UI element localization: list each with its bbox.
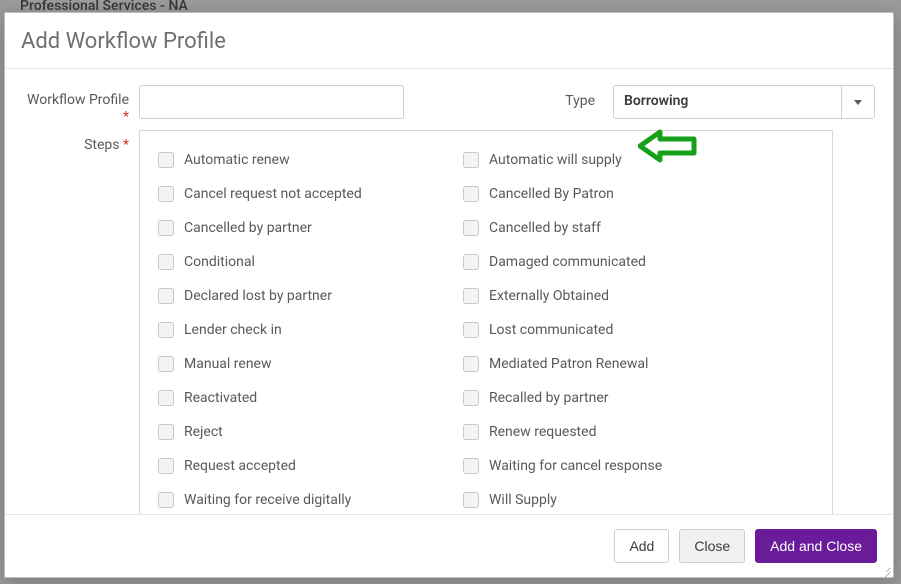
step-label: Conditional	[184, 254, 255, 270]
checkbox-icon[interactable]	[463, 254, 479, 270]
type-select[interactable]: Borrowing	[613, 85, 875, 119]
checkbox-icon[interactable]	[463, 356, 479, 372]
step-label: Recalled by partner	[489, 390, 609, 406]
step-checkbox-item[interactable]: Cancel request not accepted	[158, 177, 463, 211]
step-label: Declared lost by partner	[184, 288, 332, 304]
checkbox-icon[interactable]	[463, 186, 479, 202]
dialog-header: Add Workflow Profile	[5, 13, 893, 69]
resize-grip-icon[interactable]	[879, 563, 891, 575]
step-label: Reject	[184, 424, 223, 440]
checkbox-icon[interactable]	[463, 288, 479, 304]
required-mark: *	[123, 137, 129, 153]
dialog-footer: Add Close Add and Close	[5, 514, 893, 577]
checkbox-icon[interactable]	[158, 220, 174, 236]
step-label: Cancelled by staff	[489, 220, 601, 236]
step-checkbox-item[interactable]: Manual renew	[158, 347, 463, 381]
step-label: Damaged communicated	[489, 254, 646, 270]
type-label: Type	[565, 85, 613, 109]
step-checkbox-item[interactable]: Cancelled By Patron	[463, 177, 814, 211]
step-label: Cancelled By Patron	[489, 186, 614, 202]
checkbox-icon[interactable]	[463, 220, 479, 236]
step-checkbox-item[interactable]: Waiting for receive digitally	[158, 483, 463, 514]
step-checkbox-item[interactable]: Recalled by partner	[463, 381, 814, 415]
step-label: Mediated Patron Renewal	[489, 356, 648, 372]
step-checkbox-item[interactable]: Cancelled by partner	[158, 211, 463, 245]
step-label: Cancel request not accepted	[184, 186, 362, 202]
steps-label: Steps *	[23, 130, 139, 154]
step-label: Will Supply	[489, 492, 557, 508]
checkbox-icon[interactable]	[158, 288, 174, 304]
step-checkbox-item[interactable]: Lost communicated	[463, 313, 814, 347]
required-mark: *	[123, 109, 129, 125]
chevron-down-icon	[854, 100, 862, 105]
checkbox-icon[interactable]	[463, 390, 479, 406]
step-label: Externally Obtained	[489, 288, 609, 304]
step-label: Request accepted	[184, 458, 296, 474]
checkbox-icon[interactable]	[463, 492, 479, 508]
checkbox-icon[interactable]	[158, 322, 174, 338]
dialog-title: Add Workflow Profile	[21, 29, 877, 54]
checkbox-icon[interactable]	[463, 458, 479, 474]
add-and-close-button[interactable]: Add and Close	[755, 529, 877, 563]
step-checkbox-item[interactable]: Cancelled by staff	[463, 211, 814, 245]
step-label: Waiting for cancel response	[489, 458, 662, 474]
step-checkbox-item[interactable]: Will Supply	[463, 483, 814, 514]
step-checkbox-item[interactable]: Automatic will supply	[463, 143, 814, 177]
step-checkbox-item[interactable]: Mediated Patron Renewal	[463, 347, 814, 381]
step-checkbox-item[interactable]: Automatic renew	[158, 143, 463, 177]
step-checkbox-item[interactable]: Reactivated	[158, 381, 463, 415]
step-label: Lender check in	[184, 322, 282, 338]
step-checkbox-item[interactable]: Externally Obtained	[463, 279, 814, 313]
step-label: Waiting for receive digitally	[184, 492, 351, 508]
checkbox-icon[interactable]	[158, 152, 174, 168]
checkbox-icon[interactable]	[158, 356, 174, 372]
steps-container: Automatic renew Automatic will supply Canc…	[139, 130, 833, 514]
close-button[interactable]: Close	[679, 529, 745, 563]
checkbox-icon[interactable]	[158, 424, 174, 440]
checkbox-icon[interactable]	[463, 322, 479, 338]
workflow-profile-label: Workflow Profile *	[23, 85, 139, 126]
step-checkbox-item[interactable]: Request accepted	[158, 449, 463, 483]
step-checkbox-item[interactable]: Damaged communicated	[463, 245, 814, 279]
step-checkbox-item[interactable]: Conditional	[158, 245, 463, 279]
step-label: Renew requested	[489, 424, 596, 440]
checkbox-icon[interactable]	[463, 152, 479, 168]
workflow-profile-input[interactable]	[139, 85, 404, 119]
step-checkbox-item[interactable]: Reject	[158, 415, 463, 449]
step-checkbox-item[interactable]: Declared lost by partner	[158, 279, 463, 313]
checkbox-icon[interactable]	[158, 390, 174, 406]
checkbox-icon[interactable]	[158, 458, 174, 474]
step-label: Cancelled by partner	[184, 220, 312, 236]
dialog-body: Workflow Profile * Type Borrowing	[5, 69, 893, 514]
step-label: Reactivated	[184, 390, 257, 406]
step-checkbox-item[interactable]: Waiting for cancel response	[463, 449, 814, 483]
type-select-value[interactable]: Borrowing	[613, 85, 841, 119]
step-label: Automatic renew	[184, 152, 290, 168]
step-checkbox-item[interactable]: Renew requested	[463, 415, 814, 449]
step-label: Lost communicated	[489, 322, 613, 338]
checkbox-icon[interactable]	[158, 186, 174, 202]
checkbox-icon[interactable]	[158, 492, 174, 508]
step-label: Automatic will supply	[489, 152, 622, 168]
type-select-caret-button[interactable]	[841, 85, 875, 119]
checkbox-icon[interactable]	[158, 254, 174, 270]
checkbox-icon[interactable]	[463, 424, 479, 440]
add-workflow-profile-dialog: Add Workflow Profile Workflow Profile * …	[4, 12, 894, 578]
add-button[interactable]: Add	[614, 529, 669, 563]
step-checkbox-item[interactable]: Lender check in	[158, 313, 463, 347]
step-label: Manual renew	[184, 356, 272, 372]
